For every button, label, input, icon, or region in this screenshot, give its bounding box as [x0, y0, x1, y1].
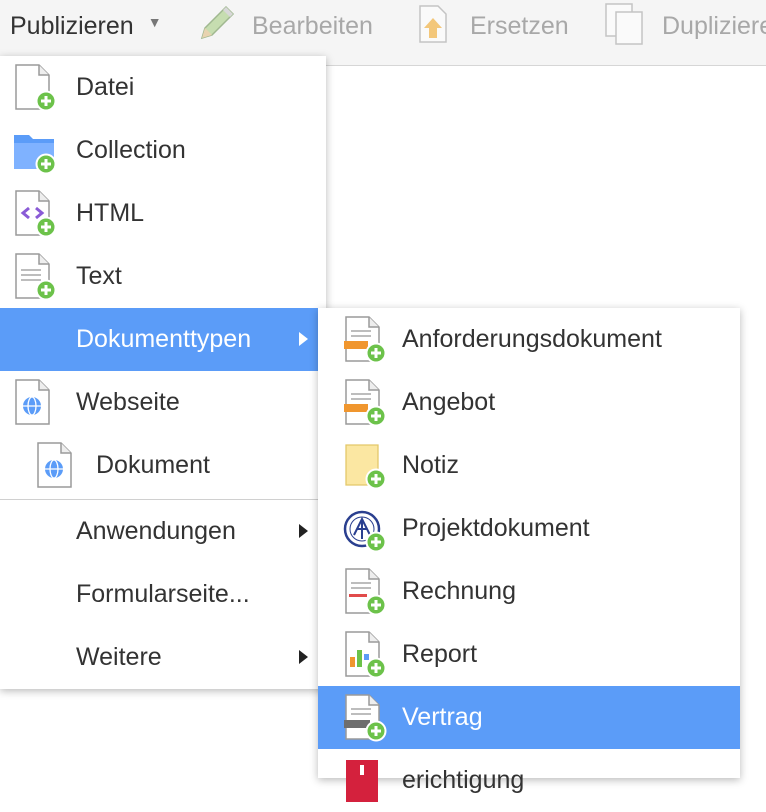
menu-item-dokumenttypen[interactable]: Dokumenttypen	[0, 308, 326, 371]
submenu-item-label: Vertrag	[402, 703, 483, 731]
duplicate-icon	[602, 0, 648, 53]
menu-item-label: Text	[76, 262, 122, 290]
html-file-add-icon	[12, 190, 58, 238]
folder-add-icon	[14, 135, 58, 175]
webpage-document-icon	[34, 442, 80, 490]
menu-item-label: Dokument	[96, 451, 210, 479]
replace-label: Ersetzen	[470, 11, 569, 40]
submenu-item-anforderungsdokument[interactable]: Anforderungsdokument	[318, 308, 740, 371]
submenu-arrow-icon	[299, 332, 308, 346]
submenu-item-label: Projektdokument	[402, 514, 590, 542]
note-icon	[345, 444, 388, 490]
submenu-item-label: Rechnung	[402, 577, 516, 605]
publish-button[interactable]: Publizieren ▼	[10, 0, 162, 52]
menu-item-formularseite[interactable]: Formularseite...	[0, 563, 326, 626]
publish-menu: Datei Collection HTML Text Dokumenttypen	[0, 56, 326, 689]
webpage-icon	[12, 379, 58, 427]
replace-icon	[410, 0, 456, 53]
submenu-item-berichtigung[interactable]: erichtigung	[318, 749, 740, 812]
menu-item-html[interactable]: HTML	[0, 182, 326, 245]
requirement-doc-icon	[344, 316, 388, 364]
menu-item-label: Collection	[76, 136, 186, 164]
invoice-doc-icon	[342, 568, 388, 616]
document-types-submenu: Anforderungsdokument Angebot Notiz Proje…	[318, 308, 740, 802]
pencil-icon	[196, 2, 238, 51]
submenu-item-report[interactable]: Report	[318, 623, 740, 686]
duplicate-label: Duplizieren	[662, 11, 766, 40]
report-doc-icon	[342, 631, 388, 679]
menu-item-anwendungen[interactable]: Anwendungen	[0, 500, 326, 563]
submenu-item-rechnung[interactable]: Rechnung	[318, 560, 740, 623]
submenu-item-label: erichtigung	[402, 766, 525, 794]
menu-item-datei[interactable]: Datei	[0, 56, 326, 119]
submenu-item-projektdokument[interactable]: Projektdokument	[318, 497, 740, 560]
submenu-item-notiz[interactable]: Notiz	[318, 434, 740, 497]
submenu-item-label: Notiz	[402, 451, 459, 479]
menu-item-label: Weitere	[76, 643, 162, 671]
menu-item-webseite[interactable]: Webseite	[0, 371, 326, 434]
correction-doc-icon	[346, 760, 378, 802]
edit-button[interactable]: Bearbeiten	[196, 0, 373, 52]
menu-item-label: Datei	[76, 73, 135, 101]
menu-item-collection[interactable]: Collection	[0, 119, 326, 182]
submenu-arrow-icon	[299, 650, 308, 664]
menu-item-label: Formularseite...	[76, 580, 250, 608]
menu-item-dokument[interactable]: Dokument	[0, 434, 326, 497]
menu-item-weitere[interactable]: Weitere	[0, 626, 326, 689]
submenu-item-label: Report	[402, 640, 478, 668]
file-add-icon	[12, 64, 58, 112]
submenu-item-angebot[interactable]: Angebot	[318, 371, 740, 434]
submenu-item-label: Angebot	[402, 388, 496, 416]
publish-label: Publizieren	[10, 11, 134, 40]
submenu-item-vertrag[interactable]: Vertrag	[318, 686, 740, 749]
offer-doc-icon	[344, 379, 388, 427]
text-file-add-icon	[12, 253, 58, 301]
menu-item-text[interactable]: Text	[0, 245, 326, 308]
chevron-down-icon: ▼	[147, 14, 162, 30]
menu-item-label: Webseite	[76, 388, 180, 416]
duplicate-button[interactable]: Duplizieren	[602, 0, 766, 52]
project-doc-icon	[343, 510, 388, 553]
edit-label: Bearbeiten	[252, 11, 373, 40]
menu-item-label: Anwendungen	[76, 517, 236, 545]
menu-item-label: Dokumenttypen	[76, 325, 252, 353]
submenu-arrow-icon	[299, 524, 308, 538]
replace-button[interactable]: Ersetzen	[410, 0, 569, 52]
contract-doc-icon	[344, 694, 388, 742]
menu-item-label: HTML	[76, 199, 145, 227]
submenu-item-label: Anforderungsdokument	[402, 325, 662, 353]
